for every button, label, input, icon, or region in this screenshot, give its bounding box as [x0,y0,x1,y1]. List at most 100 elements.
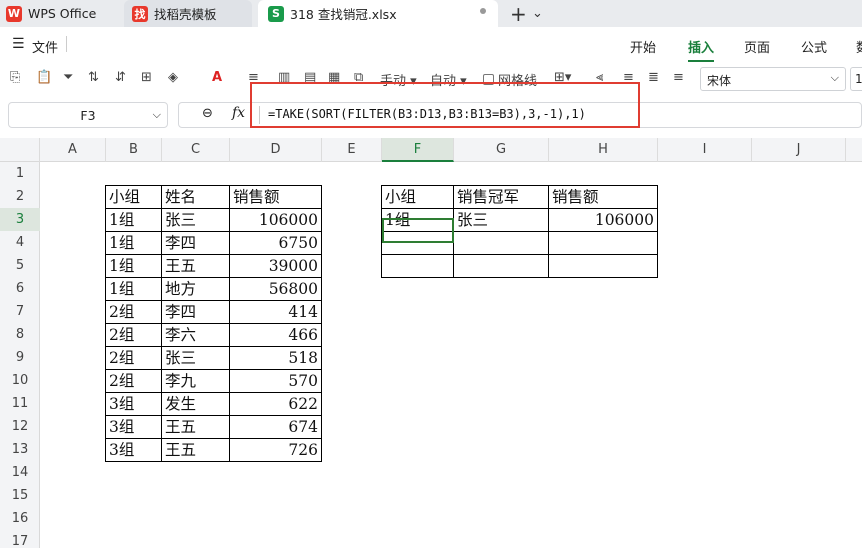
table-cell[interactable]: 2组 [106,301,161,324]
font-size-select[interactable]: 1 [850,67,862,91]
name-box[interactable]: F3 ⌵ [8,102,168,128]
table-header-cell[interactable]: 销售额 [549,186,657,209]
sort-descending-icon[interactable]: ⇵ [115,70,126,85]
unsaved-dot-icon[interactable] [480,8,486,14]
table-cell[interactable]: 1组 [106,255,161,278]
row-header-4[interactable]: 4 [0,231,40,254]
table-cell[interactable]: 地方 [162,278,229,301]
table-cell[interactable]: 466 [230,324,321,347]
table-cell[interactable]: 1组 [106,232,161,255]
row-header-5[interactable]: 5 [0,254,40,277]
zoom-search-icon[interactable]: ⊖ [202,106,213,121]
select-all-corner[interactable] [0,138,40,162]
tab-list-chevron-down-icon[interactable]: ⌄ [532,0,543,27]
table-cell[interactable] [549,255,657,278]
column-header-d[interactable]: D [230,138,322,162]
row-header-7[interactable]: 7 [0,300,40,323]
tab-formula[interactable]: 公式 [801,37,827,56]
hamburger-menu-icon[interactable]: ☰ [12,36,25,52]
table-cell[interactable]: 106000 [230,209,321,232]
column-header-c[interactable]: C [162,138,230,162]
table-cell[interactable]: 张三 [162,347,229,370]
row-header-9[interactable]: 9 [0,346,40,369]
row-header-14[interactable]: 14 [0,461,40,484]
column-header-b[interactable]: B [106,138,162,162]
table-header-cell[interactable]: 销售额 [230,186,321,209]
table-cell[interactable]: 王五 [162,255,229,278]
row-header-17[interactable]: 17 [0,530,40,553]
table-cell[interactable]: 3组 [106,439,161,462]
table-cell[interactable]: 李四 [162,232,229,255]
table-header-cell[interactable]: 小组 [106,186,161,209]
font-color-icon[interactable]: A [212,70,222,85]
table-cell[interactable] [454,255,548,278]
table-cell[interactable]: 发生 [162,393,229,416]
row-header-1[interactable]: 1 [0,162,40,185]
filter-icon[interactable]: ⏷ [63,70,73,85]
table-cell[interactable]: 3组 [106,393,161,416]
fill-color-icon[interactable]: ◈ [168,70,178,85]
table-header-cell[interactable]: 销售冠军 [454,186,548,209]
column-header-f[interactable]: F [382,138,454,162]
table-cell[interactable]: 674 [230,416,321,439]
table-cell[interactable] [454,232,548,255]
table-cell[interactable]: 56800 [230,278,321,301]
table-cell[interactable]: 3组 [106,416,161,439]
fx-icon[interactable]: fx [232,105,245,121]
row-header-13[interactable]: 13 [0,438,40,461]
row-header-11[interactable]: 11 [0,392,40,415]
tab-page[interactable]: 页面 [744,37,770,56]
row-header-6[interactable]: 6 [0,277,40,300]
borders-icon[interactable]: ⊞ [141,70,152,85]
table-cell[interactable]: 李四 [162,301,229,324]
table-cell[interactable]: 6750 [230,232,321,255]
column-header-g[interactable]: G [454,138,549,162]
file-menu[interactable]: 文件 [32,37,58,56]
table-cell[interactable]: 张三 [162,209,229,232]
table-cell[interactable]: 414 [230,301,321,324]
table-cell[interactable]: 39000 [230,255,321,278]
table-cell[interactable] [382,255,453,278]
table-cell[interactable]: 张三 [454,209,548,232]
column-header-a[interactable]: A [40,138,106,162]
column-header-i[interactable]: I [658,138,752,162]
table-cell[interactable]: 2组 [106,347,161,370]
tab-docer-templates[interactable]: 找 找稻壳模板 [124,0,252,27]
tab-wps-office[interactable]: W WPS Office [6,0,116,27]
table-cell[interactable]: 2组 [106,370,161,393]
column-header-j[interactable]: J [752,138,846,162]
table-cell[interactable]: 1组 [106,209,161,232]
row-header-10[interactable]: 10 [0,369,40,392]
row-header-15[interactable]: 15 [0,484,40,507]
paste-special-icon[interactable]: 📋 [36,70,52,85]
table-cell[interactable]: 王五 [162,439,229,462]
table-cell[interactable]: 1组 [106,278,161,301]
table-cell[interactable]: 570 [230,370,321,393]
sort-ascending-icon[interactable]: ⇅ [88,70,99,85]
table-cell[interactable]: 李九 [162,370,229,393]
table-cell[interactable]: 622 [230,393,321,416]
table-cell[interactable]: 李六 [162,324,229,347]
font-name-select[interactable]: 宋体 ⌵ [700,67,846,91]
tab-start[interactable]: 开始 [630,37,656,56]
column-header-h[interactable]: H [549,138,658,162]
new-tab-icon[interactable]: + [510,0,527,27]
column-header-e[interactable]: E [322,138,382,162]
table-cell[interactable]: 2组 [106,324,161,347]
row-header-12[interactable]: 12 [0,415,40,438]
tab-data[interactable]: 数 [856,37,862,56]
table-cell[interactable]: 518 [230,347,321,370]
table-cell[interactable]: 726 [230,439,321,462]
align-center-icon[interactable]: ≣ [648,70,659,85]
table-header-cell[interactable]: 小组 [382,186,453,209]
row-header-16[interactable]: 16 [0,507,40,530]
format-painter-icon[interactable]: ⎘ [10,70,20,85]
tab-insert[interactable]: 插入 [688,37,714,56]
table-cell[interactable]: 王五 [162,416,229,439]
row-header-8[interactable]: 8 [0,323,40,346]
row-header-3[interactable]: 3 [0,208,40,231]
row-header-2[interactable]: 2 [0,185,40,208]
table-cell[interactable]: 106000 [549,209,657,232]
table-header-cell[interactable]: 姓名 [162,186,229,209]
table-cell[interactable] [549,232,657,255]
